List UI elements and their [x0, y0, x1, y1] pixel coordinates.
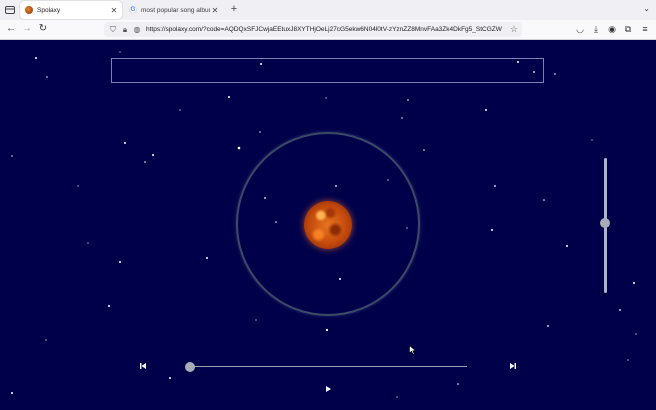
reload-icon[interactable]: ↻ — [36, 22, 50, 36]
pocket-icon[interactable]: ◡ — [574, 23, 586, 35]
browser-nav-bar: ← → ↻ ⛉ 🔒︎ ◍ https://spolaxy.com/?code=A… — [0, 20, 656, 40]
close-icon[interactable]: ✕ — [210, 6, 220, 15]
seek-bar-track[interactable] — [190, 366, 467, 367]
browser-tab-bar: Spolaxy ✕ G most popular song album - Go… — [0, 0, 656, 20]
new-tab-icon[interactable]: + — [228, 3, 240, 15]
firefox-view-icon[interactable] — [4, 4, 16, 16]
url-text[interactable]: https://spolaxy.com/?code=AQDQxSFJCwjaEE… — [146, 22, 502, 37]
tab-google-search[interactable]: G most popular song album - Goo ✕ — [125, 1, 223, 19]
download-icon[interactable]: ⤓ — [590, 23, 602, 35]
bookmark-star-icon[interactable]: ☆ — [510, 22, 518, 37]
volume-slider-thumb[interactable] — [600, 217, 610, 228]
back-icon[interactable]: ← — [4, 22, 18, 36]
tab-spolaxy[interactable]: Spolaxy ✕ — [20, 1, 122, 19]
play-button[interactable] — [322, 384, 334, 397]
spolaxy-page — [0, 40, 656, 410]
tab-title: Spolaxy — [37, 6, 61, 14]
forward-icon[interactable]: → — [20, 22, 34, 36]
account-icon[interactable]: ◉ — [606, 23, 618, 35]
url-bar[interactable]: ⛉ 🔒︎ ◍ https://spolaxy.com/?code=AQDQxSF… — [104, 22, 522, 37]
play-icon — [326, 386, 331, 392]
menu-icon[interactable]: ≡ — [639, 23, 651, 35]
planet-album-art[interactable] — [304, 201, 352, 249]
seek-bar-thumb[interactable] — [185, 362, 195, 372]
tab-title: most popular song album - Goo — [141, 6, 210, 14]
skip-next-icon[interactable] — [507, 361, 519, 374]
mouse-cursor-icon — [409, 345, 417, 355]
shield-icon[interactable]: ⛉ — [107, 23, 119, 36]
spolaxy-favicon-icon — [25, 6, 33, 14]
permissions-icon[interactable]: ◍ — [131, 23, 143, 36]
close-icon[interactable]: ✕ — [109, 6, 119, 15]
search-input[interactable] — [111, 58, 544, 83]
lock-icon[interactable]: 🔒︎ — [119, 23, 131, 36]
skip-previous-icon[interactable] — [137, 361, 149, 374]
google-favicon-icon: G — [129, 6, 137, 14]
chevron-down-icon[interactable]: ⌄ — [643, 4, 650, 13]
extensions-icon[interactable]: ⧉ — [622, 23, 634, 35]
